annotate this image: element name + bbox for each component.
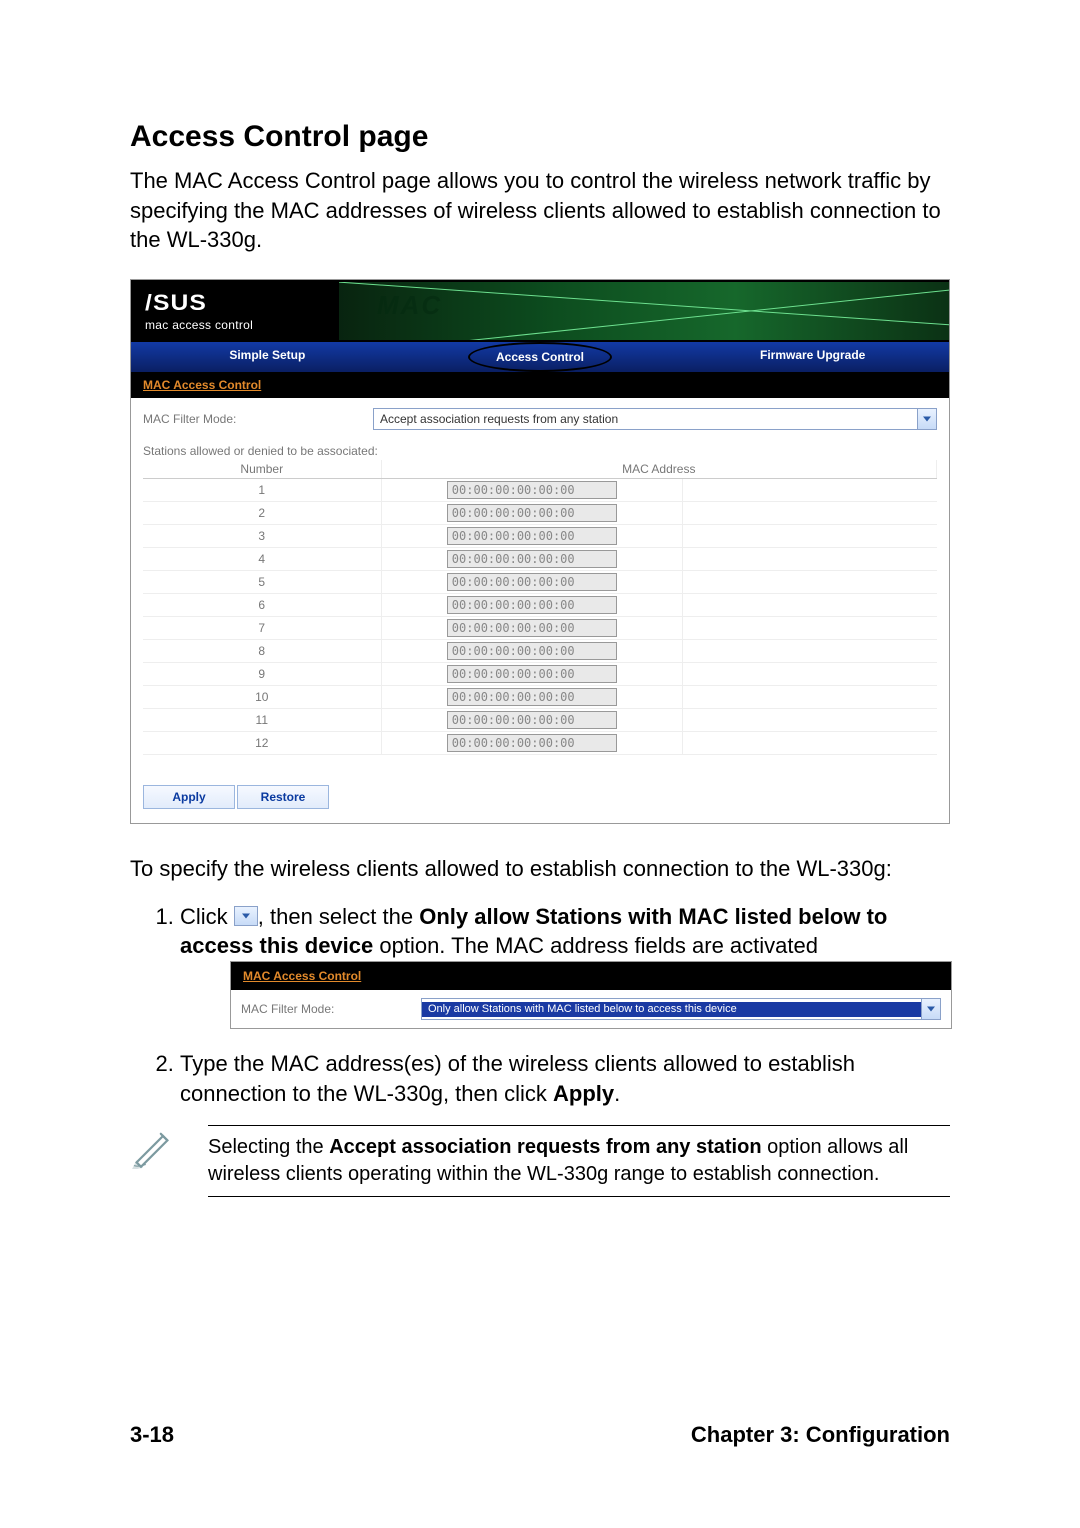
note-text: Selecting the Accept association request… <box>208 1125 950 1197</box>
row-number: 9 <box>143 663 381 686</box>
mac-address-input[interactable]: 00:00:00:00:00:00 <box>447 734 617 752</box>
filter-mode-value-2: Only allow Stations with MAC listed belo… <box>422 1002 921 1017</box>
restore-button[interactable]: Restore <box>237 785 329 809</box>
tab-firmware-upgrade[interactable]: Firmware Upgrade <box>676 342 949 372</box>
filter-mode-row: MAC Filter Mode: Accept association requ… <box>143 408 937 430</box>
instruction-paragraph: To specify the wireless clients allowed … <box>130 854 950 884</box>
table-row: 1 00:00:00:00:00:00 <box>143 479 937 502</box>
table-row: 7 00:00:00:00:00:00 <box>143 617 937 640</box>
mac-address-input[interactable]: 00:00:00:00:00:00 <box>447 527 617 545</box>
document-page: Access Control page The MAC Access Contr… <box>0 0 1080 1528</box>
chevron-down-icon <box>921 999 940 1019</box>
table-row: 11 00:00:00:00:00:00 <box>143 709 937 732</box>
table-row: 4 00:00:00:00:00:00 <box>143 548 937 571</box>
mac-address-input[interactable]: 00:00:00:00:00:00 <box>447 504 617 522</box>
step-2: Type the MAC address(es) of the wireless… <box>180 1049 950 1108</box>
tab-access-control[interactable]: Access Control <box>404 342 677 372</box>
table-row: 8 00:00:00:00:00:00 <box>143 640 937 663</box>
nav-tabs: Simple Setup Access Control Firmware Upg… <box>131 342 949 372</box>
stations-label: Stations allowed or denied to be associa… <box>143 444 937 458</box>
mac-address-input[interactable]: 00:00:00:00:00:00 <box>447 711 617 729</box>
step-1: Click , then select the Only allow Stati… <box>180 902 950 1030</box>
instruction-steps: Click , then select the Only allow Stati… <box>130 902 950 1109</box>
filter-mode-label-2: MAC Filter Mode: <box>241 1001 391 1017</box>
table-row: 6 00:00:00:00:00:00 <box>143 594 937 617</box>
logo-block: /SUS mac access control <box>131 280 339 342</box>
table-row: 5 00:00:00:00:00:00 <box>143 571 937 594</box>
chevron-down-icon <box>234 906 258 926</box>
section-header-2: MAC Access Control <box>231 962 951 990</box>
screenshot2-body: MAC Filter Mode: Only allow Stations wit… <box>231 990 951 1028</box>
chapter-label: Chapter 3: Configuration <box>691 1422 950 1448</box>
row-number: 1 <box>143 479 381 502</box>
row-number: 11 <box>143 709 381 732</box>
mac-address-input[interactable]: 00:00:00:00:00:00 <box>447 642 617 660</box>
filter-mode-select[interactable]: Accept association requests from any sta… <box>373 408 937 430</box>
table-row: 9 00:00:00:00:00:00 <box>143 663 937 686</box>
table-row: 3 00:00:00:00:00:00 <box>143 525 937 548</box>
banner-mac-text: MAC <box>377 290 442 321</box>
table-row: 12 00:00:00:00:00:00 <box>143 732 937 755</box>
page-title: Access Control page <box>130 120 950 154</box>
screenshot-header: /SUS mac access control MAC <box>131 280 949 342</box>
row-number: 5 <box>143 571 381 594</box>
row-number: 6 <box>143 594 381 617</box>
mac-table: Number MAC Address 1 00:00:00:00:00:00 2 00… <box>143 460 937 755</box>
screenshot-mac-access-control: /SUS mac access control MAC Simple Setup… <box>130 279 950 824</box>
page-number: 3-18 <box>130 1422 174 1448</box>
page-footer: 3-18 Chapter 3: Configuration <box>130 1422 950 1448</box>
tab-simple-setup[interactable]: Simple Setup <box>131 342 404 372</box>
row-number: 2 <box>143 502 381 525</box>
chevron-down-icon <box>917 409 936 429</box>
mac-address-input[interactable]: 00:00:00:00:00:00 <box>447 688 617 706</box>
banner-graphic: MAC <box>339 282 949 340</box>
pencil-icon <box>130 1125 174 1169</box>
filter-mode-label: MAC Filter Mode: <box>143 412 343 426</box>
logo-subtext: mac access control <box>145 318 325 332</box>
row-number: 7 <box>143 617 381 640</box>
row-number: 4 <box>143 548 381 571</box>
mac-address-input[interactable]: 00:00:00:00:00:00 <box>447 665 617 683</box>
filter-mode-value: Accept association requests from any sta… <box>374 412 917 426</box>
mac-address-input[interactable]: 00:00:00:00:00:00 <box>447 596 617 614</box>
table-row: 2 00:00:00:00:00:00 <box>143 502 937 525</box>
button-row: Apply Restore <box>143 785 937 809</box>
row-number: 8 <box>143 640 381 663</box>
mac-address-input[interactable]: 00:00:00:00:00:00 <box>447 573 617 591</box>
row-number: 3 <box>143 525 381 548</box>
row-number: 12 <box>143 732 381 755</box>
screenshot-body: MAC Filter Mode: Accept association requ… <box>131 398 949 823</box>
filter-mode-select-highlight[interactable]: Only allow Stations with MAC listed belo… <box>421 998 941 1020</box>
mac-address-input[interactable]: 00:00:00:00:00:00 <box>447 619 617 637</box>
apply-button[interactable]: Apply <box>143 785 235 809</box>
row-number: 10 <box>143 686 381 709</box>
note-block: Selecting the Accept association request… <box>130 1125 950 1197</box>
screenshot-filter-mode-highlight: MAC Access Control MAC Filter Mode: Only… <box>230 961 952 1029</box>
intro-paragraph: The MAC Access Control page allows you t… <box>130 166 950 255</box>
col-mac: MAC Address <box>381 460 936 479</box>
section-header: MAC Access Control <box>131 372 949 398</box>
table-row: 10 00:00:00:00:00:00 <box>143 686 937 709</box>
mac-address-input[interactable]: 00:00:00:00:00:00 <box>447 481 617 499</box>
col-number: Number <box>143 460 381 479</box>
asus-logo: /SUS <box>145 290 347 316</box>
mac-address-input[interactable]: 00:00:00:00:00:00 <box>447 550 617 568</box>
